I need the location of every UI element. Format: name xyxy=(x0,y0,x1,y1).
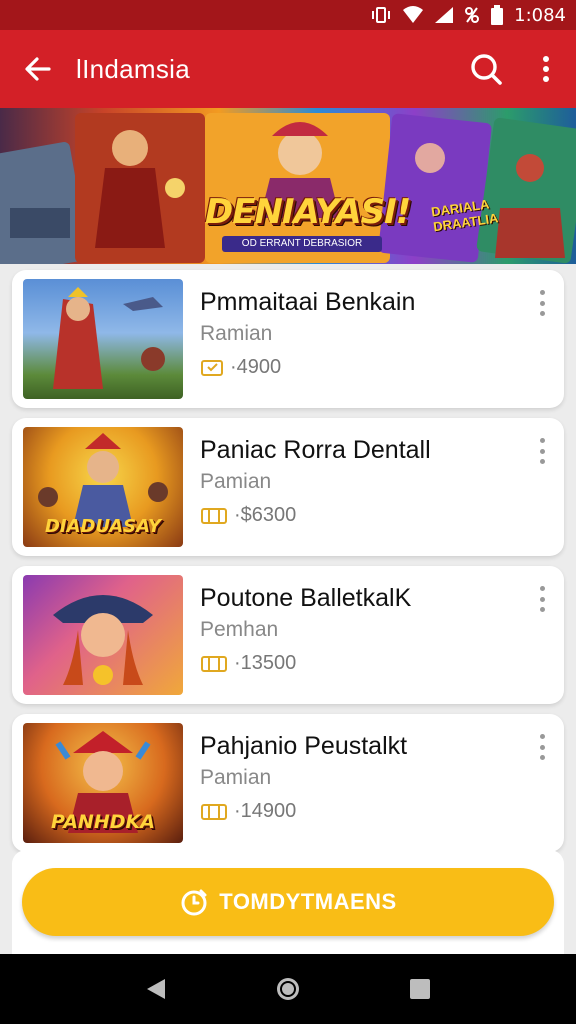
thumb-title: PANHDKA xyxy=(51,811,155,833)
thumb-title: DIADUASAY xyxy=(44,516,162,537)
wifi-icon xyxy=(402,5,424,25)
nav-home-button[interactable] xyxy=(268,969,308,1009)
card-more-button[interactable] xyxy=(530,436,554,466)
nav-recents-button[interactable] xyxy=(400,969,440,1009)
card-more-button[interactable] xyxy=(530,584,554,614)
game-title: Pmmaitaai Benkain xyxy=(200,288,416,316)
ticket-icon xyxy=(201,803,227,820)
search-icon xyxy=(471,54,502,85)
game-thumbnail: DIADUASAY xyxy=(23,427,183,547)
ticket-icon xyxy=(201,507,227,524)
overflow-menu-button[interactable] xyxy=(516,30,576,108)
game-thumbnail xyxy=(23,279,183,399)
game-title: Poutone BalletkalK xyxy=(200,584,412,612)
system-nav-bar xyxy=(0,954,576,1024)
game-price: ·$6300 xyxy=(200,504,296,527)
cta-button[interactable]: TOMDYTMAENS xyxy=(22,868,554,936)
game-publisher: Pamian xyxy=(200,470,272,493)
app-bar: lIndamsia xyxy=(0,30,576,108)
promo-banner[interactable]: DENIAYASI! OD ERRANT DEBRASIOR DARIALA D… xyxy=(0,108,576,264)
game-card[interactable]: PANHDKA Pahjanio Peustalkt Pamian ·14900 xyxy=(12,714,564,852)
more-vert-icon xyxy=(543,56,549,82)
game-price: ·4900 xyxy=(200,356,281,379)
signal-icon xyxy=(434,5,454,25)
price-value: ·14900 xyxy=(234,800,297,822)
back-button[interactable] xyxy=(0,30,76,108)
game-price: ·13500 xyxy=(200,652,296,675)
game-thumbnail xyxy=(23,575,183,695)
square-recents-icon xyxy=(410,979,430,999)
game-card[interactable]: Poutone BalletkalK Pemhan ·13500 xyxy=(12,566,564,704)
price-value: ·$6300 xyxy=(234,504,297,526)
game-card[interactable]: DIADUASAY Paniac Rorra Dentall Pamian ·$… xyxy=(12,418,564,556)
back-arrow-icon xyxy=(25,57,51,81)
ticket-icon xyxy=(201,655,227,672)
status-time: 1:084 xyxy=(514,4,566,26)
game-thumbnail: PANHDKA xyxy=(23,723,183,843)
game-publisher: Pamian xyxy=(200,766,272,789)
banner-title: DENIAYASI! xyxy=(205,192,411,232)
game-card[interactable]: Pmmaitaai Benkain Ramian ·4900 xyxy=(12,270,564,408)
game-publisher: Ramian xyxy=(200,322,273,345)
banner-subtitle: OD ERRANT DEBRASIOR xyxy=(222,236,382,252)
triangle-back-icon xyxy=(147,979,165,999)
cta-label: TOMDYTMAENS xyxy=(219,889,397,914)
data-saver-icon xyxy=(464,5,480,25)
card-more-button[interactable] xyxy=(530,732,554,762)
nav-back-button[interactable] xyxy=(136,969,176,1009)
ticket-icon xyxy=(201,359,223,376)
status-bar: 1:084 xyxy=(0,0,576,30)
game-title: Pahjanio Peustalkt xyxy=(200,732,408,760)
vibrate-icon xyxy=(370,5,392,25)
game-publisher: Pemhan xyxy=(200,618,279,641)
battery-icon xyxy=(490,5,504,25)
timer-icon xyxy=(181,889,207,916)
circle-home-icon xyxy=(277,978,299,1000)
game-title: Paniac Rorra Dentall xyxy=(200,436,431,464)
price-value: ·13500 xyxy=(234,652,297,674)
search-button[interactable] xyxy=(456,30,516,108)
page-title: lIndamsia xyxy=(76,53,190,84)
card-more-button[interactable] xyxy=(530,288,554,318)
game-price: ·14900 xyxy=(200,800,296,823)
price-value: ·4900 xyxy=(230,356,282,378)
